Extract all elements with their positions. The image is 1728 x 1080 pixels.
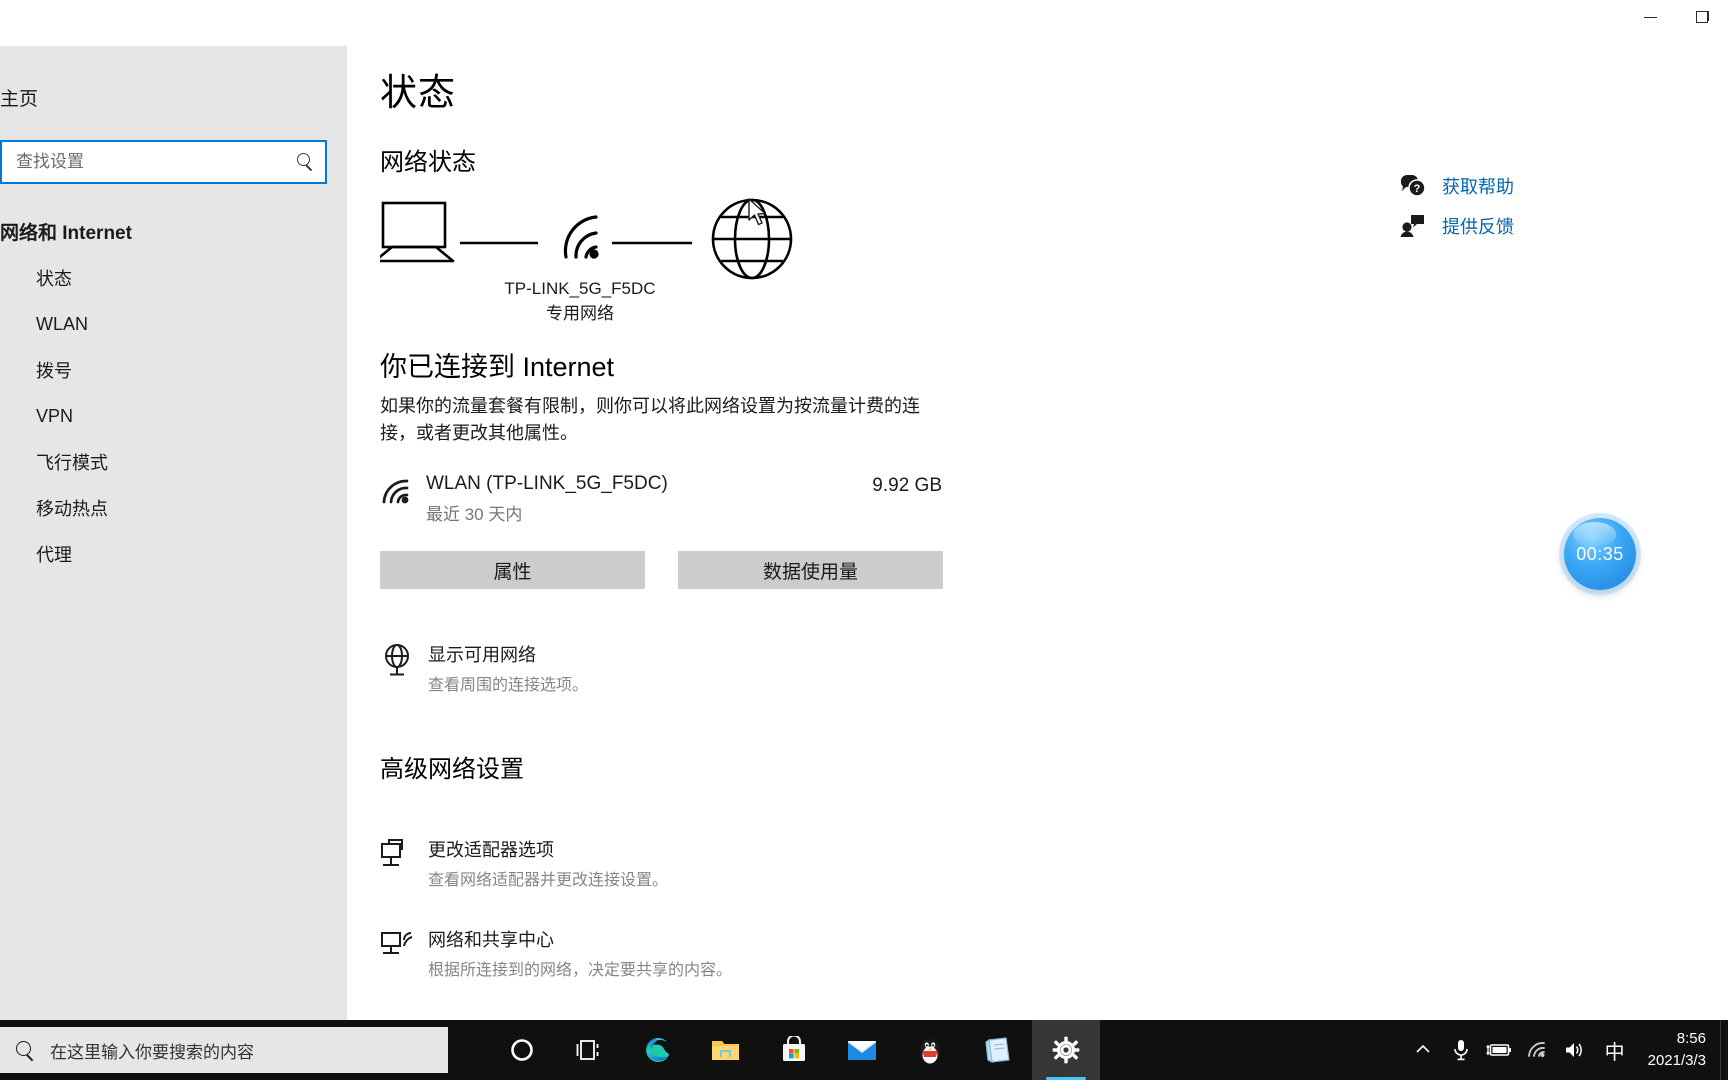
search-icon [14,1039,36,1061]
settings-search-box[interactable] [0,140,327,184]
network-diagram-caption: TP-LINK_5G_F5DC 专用网络 [430,277,730,326]
change-adapter-options-row[interactable]: 更改适配器选项 查看网络适配器并更改连接设置。 [380,836,940,890]
ime-indicator[interactable]: 中 [1594,1020,1636,1080]
task-view-icon[interactable] [556,1020,624,1080]
minimize-icon [1643,16,1657,18]
sidebar-item-label: 状态 [36,269,72,289]
show-networks-title: 显示可用网络 [428,645,536,665]
sidebar-item-label: WLAN [36,313,89,334]
show-desktop-button[interactable] [1720,1020,1728,1080]
question-bubble-icon: ? [1400,175,1426,197]
file-explorer-icon[interactable] [692,1020,760,1080]
qq-icon[interactable] [896,1020,964,1080]
volume-icon[interactable] [1556,1020,1594,1080]
taskbar-search-box[interactable]: 在这里输入你要搜索的内容 [0,1027,448,1073]
sidebar-item-home[interactable]: 主页 [0,76,347,118]
sidebar-item-label: 拨号 [36,361,72,381]
sidebar-item-dialup[interactable]: 拨号 [0,347,347,393]
sidebar-item-vpn[interactable]: VPN [0,393,347,439]
sidebar-item-airplane-mode[interactable]: 飞行模式 [0,439,347,485]
chevron-up-icon[interactable] [1404,1020,1442,1080]
microphone-icon[interactable] [1442,1020,1480,1080]
sharing-icon [380,926,428,967]
feedback-person-icon [1400,215,1424,237]
sidebar-item-label: 飞行模式 [36,453,108,473]
timer-value: 00:35 [1576,543,1624,564]
get-help-label: 获取帮助 [1442,177,1514,197]
sidebar-category-title: 网络和 Internet [0,223,132,244]
sidebar-item-status[interactable]: 状态 [0,255,347,301]
settings-icon[interactable] [1032,1020,1100,1080]
sidebar-item-label: 代理 [36,545,72,565]
restore-button[interactable] [1676,0,1728,34]
link-sub: 查看网络适配器并更改连接设置。 [428,872,669,889]
battery-charging-icon[interactable] [1480,1020,1518,1080]
adapter-data-usage: 9.92 GB [872,475,942,496]
edge-icon[interactable] [624,1020,692,1080]
properties-button[interactable]: 属性 [380,551,645,589]
link-title: 网络和共享中心 [428,930,554,950]
sidebar-item-mobile-hotspot[interactable]: 移动热点 [0,485,347,531]
clock-date: 2021/3/3 [1647,1052,1706,1069]
wifi-icon [380,473,426,512]
data-usage-button[interactable]: 数据使用量 [678,551,943,589]
microsoft-store-icon[interactable] [760,1020,828,1080]
clock-time: 8:56 [1676,1030,1706,1048]
network-diagram: TP-LINK_5G_F5DC 专用网络 [380,195,810,325]
network-diagram-svg [380,198,793,280]
connected-title: 你已连接到 Internet [380,352,615,382]
cortana-icon[interactable] [488,1020,556,1080]
svg-text:?: ? [1414,183,1421,195]
sidebar-item-label: VPN [36,405,74,426]
sidebar-item-label: 移动热点 [36,499,108,519]
sidebar-item-proxy[interactable]: 代理 [0,531,347,577]
network-ssid: TP-LINK_5G_F5DC [504,279,656,298]
connected-description: 如果你的流量套餐有限制，则你可以将此网络设置为按流量计费的连接，或者更改其他属性… [380,396,920,443]
laptop-icon [380,201,455,263]
adapter-period: 最近 30 天内 [426,505,523,524]
notepad-icon[interactable] [964,1020,1032,1080]
page-title: 状态 [380,72,456,113]
wifi-dot [589,249,599,259]
network-type: 专用网络 [546,303,614,323]
search-input[interactable] [16,152,295,172]
link-sub: 根据所连接到的网络，决定要共享的内容。 [428,962,733,979]
give-feedback-link[interactable]: 提供反馈 [1400,206,1600,246]
window-titlebar [0,0,1728,46]
restore-icon [1696,11,1709,23]
search-icon[interactable] [295,152,315,172]
give-feedback-label: 提供反馈 [1442,217,1514,237]
floating-timer-widget[interactable]: 00:35 [1564,518,1636,590]
link-title: 更改适配器选项 [428,840,554,860]
settings-sidebar: 主页 网络和 Internet 状态 WLAN 拨号 [0,0,347,1020]
settings-window: 主页 网络和 Internet 状态 WLAN 拨号 [0,0,1728,1020]
system-tray: 中 8:56 2021/3/3 [1404,1020,1728,1080]
wifi-icon[interactable] [1518,1020,1556,1080]
minimize-button[interactable] [1624,0,1676,34]
show-networks-sub: 查看周围的连接选项。 [428,677,589,694]
sidebar-home-label: 主页 [0,88,39,110]
taskbar: 在这里输入你要搜索的内容 中 8:56 2021/3/3 [0,1020,1728,1080]
taskbar-search-placeholder: 在这里输入你要搜索的内容 [50,1042,254,1062]
settings-main-pane: 状态 网络状态 TP-LINK_5G_F5DC 专用网络 你已连接到 Inter… [347,46,1728,1020]
network-sharing-center-row[interactable]: 网络和共享中心 根据所连接到的网络，决定要共享的内容。 [380,926,940,980]
active-adapter-row: WLAN (TP-LINK_5G_F5DC) 最近 30 天内 9.92 GB [380,473,942,525]
advanced-settings-heading: 高级网络设置 [380,756,524,783]
get-help-link[interactable]: ? 获取帮助 [1400,166,1600,206]
show-available-networks-row[interactable]: 显示可用网络 查看周围的连接选项。 [380,641,940,695]
available-networks-icon [380,641,428,682]
adapter-name: WLAN (TP-LINK_5G_F5DC) [426,473,668,494]
taskbar-clock[interactable]: 8:56 2021/3/3 [1636,1020,1720,1080]
taskbar-app-icons [488,1020,1100,1080]
window-body: 主页 网络和 Internet 状态 WLAN 拨号 [0,0,1728,1020]
help-panel: ? 获取帮助 提供反馈 [1400,166,1600,246]
sidebar-item-wlan[interactable]: WLAN [0,301,347,347]
adapter-icon [380,836,428,877]
adapter-button-row: 属性 数据使用量 [380,551,1728,589]
mail-icon[interactable] [828,1020,896,1080]
globe-icon [711,198,793,280]
